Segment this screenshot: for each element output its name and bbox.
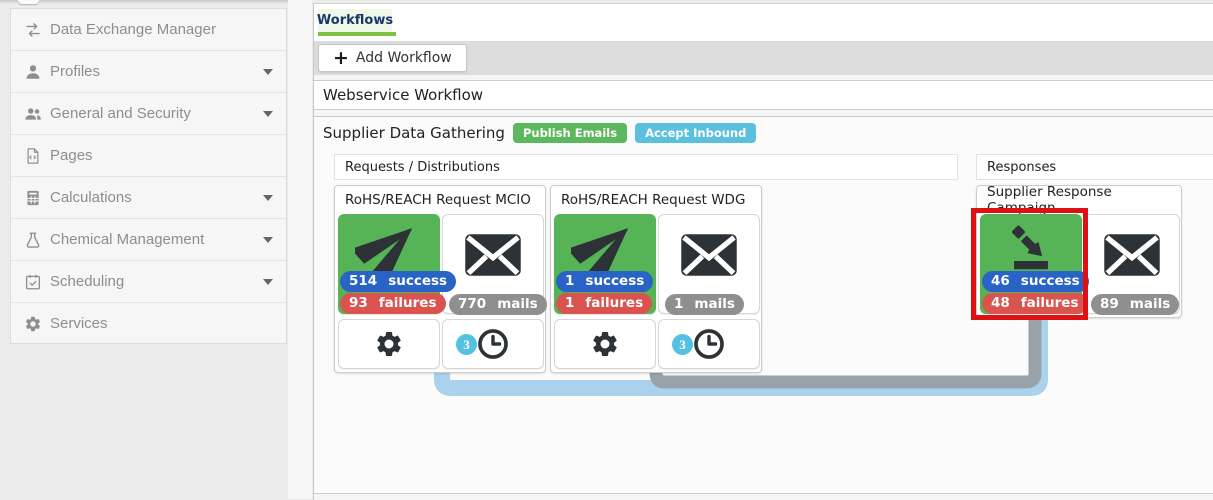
- envelope-icon: [461, 223, 525, 287]
- sidebar-item-data-exchange-manager[interactable]: Data Exchange Manager: [11, 9, 286, 51]
- card-title: RoHS/REACH Request WDG: [551, 186, 761, 213]
- mails-tile[interactable]: 89mails: [1084, 214, 1180, 314]
- settings-tile[interactable]: [338, 319, 440, 369]
- tab-strip: Workflows: [314, 4, 1213, 41]
- schedule-tile[interactable]: 3: [442, 319, 544, 369]
- sidebar-item-label: Calculations: [50, 189, 132, 206]
- supplier-data-gathering-panel: Supplier Data Gathering Publish Emails A…: [314, 116, 1213, 494]
- request-card-mcio: RoHS/REACH Request MCIO 514success 93fai…: [334, 185, 546, 373]
- mails-badge: 770mails: [449, 294, 547, 315]
- send-status-tile[interactable]: 514success 93failures: [338, 214, 440, 314]
- request-card-wdg: RoHS/REACH Request WDG 1success 1failure…: [550, 185, 762, 373]
- failures-badge: 93failures: [340, 293, 446, 314]
- calendar-icon: [24, 273, 42, 291]
- clock-icon: [692, 327, 726, 361]
- failures-badge: 1failures: [556, 293, 652, 314]
- envelope-icon: [677, 223, 741, 287]
- sidebar-item-pages[interactable]: Pages: [11, 135, 286, 177]
- chevron-down-icon: [263, 111, 273, 117]
- sidebar-item-label: Services: [50, 315, 108, 332]
- sidebar-item-profiles[interactable]: Profiles: [11, 51, 286, 93]
- tab-workflows[interactable]: Workflows: [318, 9, 392, 32]
- user-icon: [24, 63, 42, 81]
- main-panel: Workflows + Add Workflow Webservice Work…: [313, 3, 1213, 500]
- sidebar-scrollbar-track[interactable]: [288, 0, 312, 499]
- webservice-workflow-row[interactable]: Webservice Workflow: [314, 80, 1213, 110]
- success-badge: 1success: [556, 271, 653, 292]
- schedule-count-badge: 3: [456, 334, 477, 355]
- sidebar-item-label: Data Exchange Manager: [50, 21, 216, 38]
- sidebar-item-chemical-management[interactable]: Chemical Management: [11, 219, 286, 261]
- sidebar-item-services[interactable]: Services: [11, 303, 286, 344]
- sidebar-item-general-and-security[interactable]: General and Security: [11, 93, 286, 135]
- sidebar-item-scheduling[interactable]: Scheduling: [11, 261, 286, 303]
- users-icon: [24, 105, 42, 123]
- mails-tile[interactable]: 770mails: [442, 214, 544, 314]
- gear-icon: [24, 315, 42, 333]
- sidebar-item-label: Pages: [50, 147, 93, 164]
- sidebar-item-label: Profiles: [50, 63, 100, 80]
- chevron-down-icon: [263, 69, 273, 75]
- sidebar-item-label: General and Security: [50, 105, 191, 122]
- page-icon: [24, 147, 42, 165]
- webservice-workflow-label: Webservice Workflow: [323, 86, 483, 104]
- add-workflow-label: Add Workflow: [356, 50, 452, 66]
- clock-icon: [476, 327, 510, 361]
- sidebar: Data Exchange Manager Profiles General a…: [10, 8, 287, 344]
- plus-icon: +: [333, 49, 349, 68]
- flask-icon: [24, 231, 42, 249]
- envelope-icon: [1100, 223, 1164, 287]
- exchange-icon: [24, 21, 42, 39]
- success-badge: 514success: [340, 271, 456, 292]
- card-title: RoHS/REACH Request MCIO: [335, 186, 545, 213]
- workflow-toolbar: + Add Workflow: [314, 41, 1213, 75]
- top-edge-tab: [18, 0, 39, 4]
- sidebar-item-calculations[interactable]: Calculations: [11, 177, 286, 219]
- mails-tile[interactable]: 1mails: [658, 214, 760, 314]
- send-status-tile[interactable]: 1success 1failures: [554, 214, 656, 314]
- sidebar-item-label: Chemical Management: [50, 231, 204, 248]
- chevron-down-icon: [263, 195, 273, 201]
- tab-label: Workflows: [317, 13, 393, 28]
- chevron-down-icon: [263, 237, 273, 243]
- settings-tile[interactable]: [554, 319, 656, 369]
- mails-badge: 1mails: [665, 294, 744, 315]
- schedule-tile[interactable]: 3: [658, 319, 760, 369]
- gear-icon: [590, 329, 620, 359]
- chevron-down-icon: [263, 279, 273, 285]
- highlight-annotation: [971, 208, 1088, 320]
- add-workflow-button[interactable]: + Add Workflow: [318, 44, 467, 72]
- mails-badge: 89mails: [1091, 294, 1179, 315]
- calculator-icon: [24, 189, 42, 207]
- schedule-count-badge: 3: [672, 334, 693, 355]
- gear-icon: [374, 329, 404, 359]
- tab-active-underline: [318, 32, 396, 36]
- top-edge-shadow: [0, 0, 292, 3]
- sidebar-item-label: Scheduling: [50, 273, 124, 290]
